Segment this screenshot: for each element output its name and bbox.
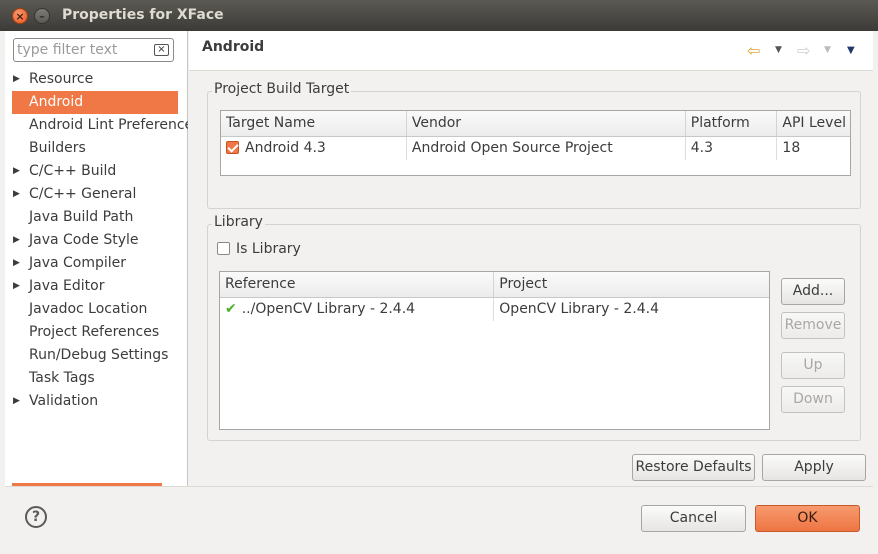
table-row[interactable]: Android 4.3 Android Open Source Project … [221, 136, 850, 160]
forward-arrow-icon[interactable]: ⇨ [797, 41, 810, 60]
tree-item[interactable]: Project References [5, 321, 188, 344]
expand-arrow-icon[interactable]: ▶ [13, 275, 20, 298]
column-header[interactable]: API Level [776, 111, 850, 137]
tree-item[interactable]: ▶ Java Compiler [5, 252, 188, 275]
dialog-button-bar: ? Cancel OK [5, 486, 873, 549]
forward-dropdown-icon[interactable]: ▼ [824, 45, 831, 55]
tree-item-label: Android [29, 94, 84, 110]
table-row[interactable]: ✔ ../OpenCV Library - 2.4.4 OpenCV Librar… [220, 297, 769, 321]
tree-item-label: C/C++ General [29, 186, 137, 202]
is-library-label: Is Library [236, 241, 301, 257]
column-header[interactable]: Project [493, 272, 769, 298]
tree-item[interactable]: ▶ C/C++ General [5, 183, 188, 206]
page-title: Android [202, 39, 265, 55]
page-header: Android ⇦ ▼ ⇨ ▼ ▼ [189, 31, 873, 71]
is-library-option[interactable]: Is Library [217, 241, 301, 257]
is-library-checkbox[interactable] [217, 242, 230, 255]
tree-item-label: Java Build Path [29, 209, 134, 225]
view-menu-icon[interactable]: ▼ [847, 45, 855, 56]
api-level-cell: 18 [776, 136, 850, 160]
tree-item[interactable]: ▶ Resource [5, 68, 188, 91]
column-header[interactable]: Vendor [406, 111, 686, 137]
apply-button[interactable]: Apply [762, 454, 866, 481]
expand-arrow-icon[interactable]: ▶ [13, 183, 20, 206]
tree-item[interactable]: Javadoc Location [5, 298, 188, 321]
filter-box: × [13, 38, 174, 62]
properties-dialog: × – Properties for XFace × ▶ Resource Andr… [0, 0, 878, 554]
tree-item-label: Android Lint Preferences [29, 117, 188, 133]
tree-item-label: Javadoc Location [29, 301, 148, 317]
expand-arrow-icon[interactable]: ▶ [13, 390, 20, 413]
tree-item-label: Resource [29, 71, 94, 87]
vendor-cell: Android Open Source Project [406, 136, 686, 160]
back-arrow-icon[interactable]: ⇦ [747, 41, 760, 60]
title-bar: × – Properties for XFace [0, 0, 878, 31]
tree-item[interactable]: Run/Debug Settings [5, 344, 188, 367]
reference-cell: ✔ ../OpenCV Library - 2.4.4 [220, 297, 495, 321]
tree-item-label: Java Compiler [29, 255, 127, 271]
build-target-label: Project Build Target [212, 81, 352, 97]
navigation-pane: × ▶ Resource Android Android Lint Preferenc… [5, 31, 188, 486]
tree-item[interactable]: ▶ C/C++ Build [5, 160, 188, 183]
checkmark-icon: ✔ [225, 301, 237, 318]
remove-button[interactable]: Remove [781, 312, 845, 339]
library-label: Library [212, 214, 265, 230]
tree-item[interactable]: Task Tags [5, 367, 188, 390]
target-checkbox[interactable] [226, 141, 239, 155]
filter-input[interactable] [17, 41, 147, 59]
column-header[interactable]: Reference [220, 272, 495, 298]
tree-item-label: Java Code Style [29, 232, 139, 248]
tree-item-label: Project References [29, 324, 160, 340]
tree-item-label: Run/Debug Settings [29, 347, 169, 363]
target-name: Android 4.3 [245, 140, 326, 157]
clear-filter-icon[interactable]: × [154, 44, 169, 56]
tree-item-label: Validation [29, 393, 99, 409]
tree-item[interactable]: ▶ Java Code Style [5, 229, 188, 252]
tree-item[interactable]: Java Build Path [5, 206, 188, 229]
property-tree: ▶ Resource Android Android Lint Preferences… [5, 68, 188, 413]
tree-item[interactable]: Android Lint Preferences [5, 114, 188, 137]
project-cell: OpenCV Library - 2.4.4 [493, 297, 769, 321]
platform-cell: 4.3 [685, 136, 778, 160]
add-button[interactable]: Add... [781, 278, 845, 305]
cancel-button[interactable]: Cancel [641, 505, 746, 532]
expand-arrow-icon[interactable]: ▶ [13, 160, 20, 183]
window-title: Properties for XFace [62, 7, 224, 23]
expand-arrow-icon[interactable]: ▶ [13, 229, 20, 252]
tree-item-label: Java Editor [29, 278, 105, 294]
reference-text: ../OpenCV Library - 2.4.4 [241, 301, 416, 318]
back-dropdown-icon[interactable]: ▼ [775, 45, 782, 55]
tree-item[interactable]: Android [12, 91, 178, 114]
minimize-icon[interactable]: – [34, 8, 50, 24]
build-target-table: Target Name Vendor Platform API Level An… [220, 110, 851, 176]
close-icon[interactable]: × [12, 8, 28, 24]
column-header[interactable]: Platform [685, 111, 778, 137]
tree-item[interactable]: ▶ Validation [5, 390, 188, 413]
ok-button[interactable]: OK [755, 505, 860, 532]
column-header[interactable]: Target Name [221, 111, 407, 137]
tree-item-label: Task Tags [29, 370, 95, 386]
down-button[interactable]: Down [781, 386, 845, 413]
expand-arrow-icon[interactable]: ▶ [13, 68, 20, 91]
help-icon[interactable]: ? [25, 506, 47, 528]
tree-item[interactable]: ▶ Java Editor [5, 275, 188, 298]
tree-item-label: C/C++ Build [29, 163, 117, 179]
tree-item[interactable]: Builders [5, 137, 188, 160]
property-page: Android ⇦ ▼ ⇨ ▼ ▼ Project Build Target T… [189, 31, 873, 486]
up-button[interactable]: Up [781, 352, 845, 379]
restore-defaults-button[interactable]: Restore Defaults [632, 454, 755, 481]
target-cell: Android 4.3 [221, 136, 407, 160]
tree-item-label: Builders [29, 140, 86, 156]
expand-arrow-icon[interactable]: ▶ [13, 252, 20, 275]
library-table: Reference Project ✔ ../OpenCV Library - 2… [219, 271, 770, 430]
